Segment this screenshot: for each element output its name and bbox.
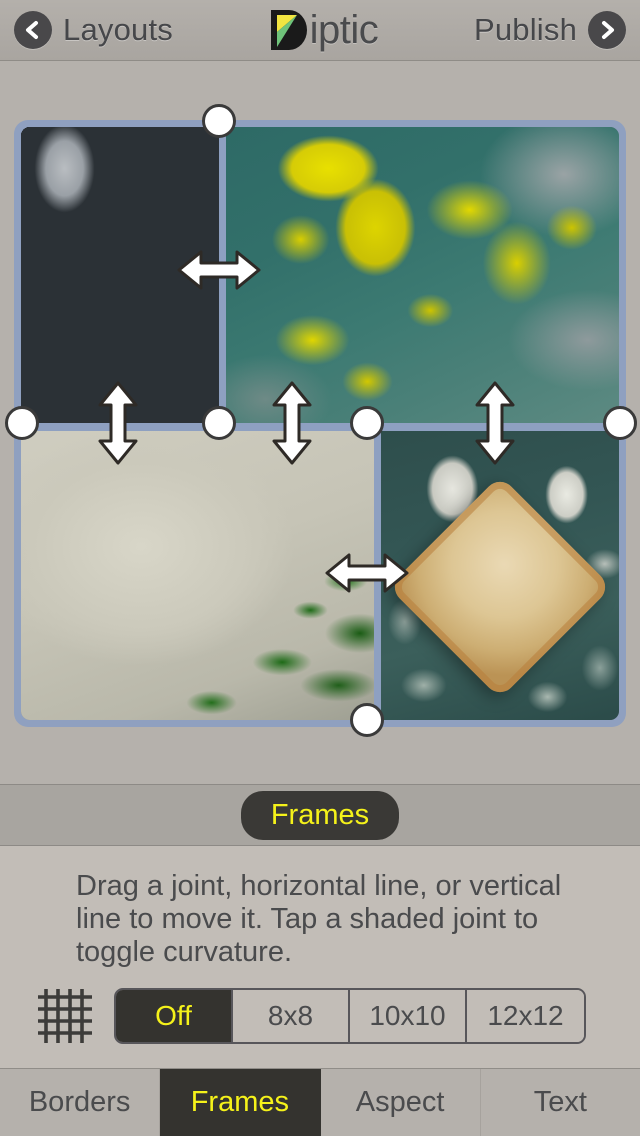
vertical-drag-arrow[interactable] xyxy=(472,379,518,467)
vertical-drag-arrow[interactable] xyxy=(95,379,141,467)
vertical-drag-arrow[interactable] xyxy=(269,379,315,467)
joint-handle[interactable] xyxy=(350,406,384,440)
back-to-layouts-button[interactable]: Layouts xyxy=(0,0,187,61)
grid-icon xyxy=(38,989,92,1043)
tab-aspect[interactable]: Aspect xyxy=(321,1069,481,1136)
bottom-tab-bar: Borders Frames Aspect Text xyxy=(0,1068,640,1136)
diptic-logo: iptic xyxy=(269,8,379,52)
grid-settings-row: Off 8x8 10x10 12x12 xyxy=(34,985,586,1047)
publish-button-label: Publish xyxy=(473,12,578,47)
grid-option-10x10[interactable]: 10x10 xyxy=(350,990,467,1042)
horizontal-drag-arrow[interactable] xyxy=(175,247,263,293)
collage-cell-bottom-right[interactable] xyxy=(381,431,619,720)
horizontal-drag-arrow[interactable] xyxy=(323,550,411,596)
joint-handle[interactable] xyxy=(202,406,236,440)
chevron-left-circle-icon xyxy=(14,11,52,49)
section-title-bar: Frames xyxy=(0,784,640,846)
publish-button[interactable]: Publish xyxy=(460,0,640,61)
joint-handle[interactable] xyxy=(350,703,384,737)
diptic-logo-mark xyxy=(270,10,307,50)
chevron-right-circle-icon xyxy=(588,11,627,49)
collage-canvas-area xyxy=(0,61,640,784)
header-bar: Layouts iptic Publish xyxy=(0,0,640,61)
grid-option-12x12[interactable]: 12x12 xyxy=(467,990,584,1042)
joint-handle[interactable] xyxy=(5,406,39,440)
info-panel: Drag a joint, horizontal line, or vertic… xyxy=(0,846,640,1068)
tab-borders[interactable]: Borders xyxy=(0,1069,161,1136)
grid-option-8x8[interactable]: 8x8 xyxy=(233,990,350,1042)
app-root: Layouts iptic Publish Frames Drag a join… xyxy=(0,0,640,1136)
grid-size-segmented-control[interactable]: Off 8x8 10x10 12x12 xyxy=(114,988,586,1044)
diptic-logo-text: iptic xyxy=(309,8,379,52)
photo-stone-and-cedar xyxy=(21,431,374,720)
help-text: Drag a joint, horizontal line, or vertic… xyxy=(76,870,562,968)
frames-section-pill[interactable]: Frames xyxy=(240,790,400,840)
collage-cell-bottom-left[interactable] xyxy=(21,431,374,720)
tab-frames[interactable]: Frames xyxy=(160,1069,321,1136)
joint-handle[interactable] xyxy=(603,406,637,440)
tab-text[interactable]: Text xyxy=(481,1069,640,1136)
grid-option-off[interactable]: Off xyxy=(116,990,233,1042)
back-button-label: Layouts xyxy=(63,12,173,47)
joint-handle[interactable] xyxy=(202,104,236,138)
